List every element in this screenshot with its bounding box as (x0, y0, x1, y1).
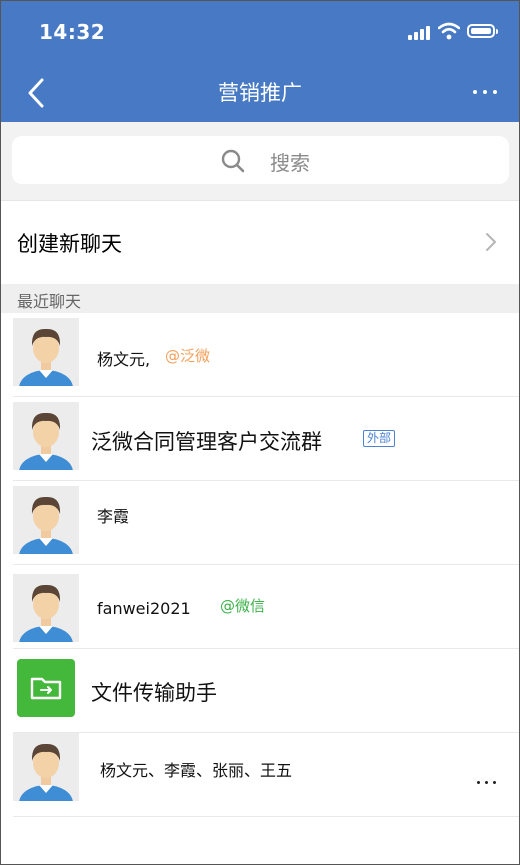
recent-chats-header: 最近聊天 (1, 284, 519, 313)
recent-chats-label: 最近聊天 (17, 292, 82, 311)
chat-name: 杨文元、李霞、张丽、王五 (100, 761, 293, 780)
create-new-chat-label: 创建新聊天 (17, 232, 122, 256)
chat-tag: @泛微 (165, 347, 211, 365)
cellular-signal-icon (408, 26, 432, 40)
avatar (13, 402, 79, 470)
battery-icon (467, 24, 498, 38)
more-options-icon[interactable] (471, 80, 499, 104)
page-title: 营销推广 (218, 81, 302, 105)
chat-item-3[interactable]: 李霞 (1, 481, 519, 565)
chat-name: 李霞 (97, 507, 130, 526)
chat-tag: @微信 (220, 597, 266, 615)
top-bar: 14:32 营销推广 (1, 0, 519, 122)
wifi-icon (438, 22, 460, 40)
more-icon[interactable] (475, 779, 499, 787)
search-icon (221, 149, 245, 173)
chat-name: 泛微合同管理客户交流群 (91, 430, 322, 454)
avatar (13, 486, 79, 554)
avatar (13, 733, 79, 801)
chevron-right-icon (486, 233, 496, 251)
file-transfer-icon (17, 659, 75, 717)
chat-name: 文件传输助手 (91, 681, 217, 705)
chat-item-5[interactable]: 文件传输助手 (1, 649, 519, 733)
search-input[interactable]: 搜索 (12, 136, 509, 184)
search-area: 搜索 (1, 122, 519, 200)
chat-item-2[interactable]: 泛微合同管理客户交流群 外部 (1, 397, 519, 481)
search-placeholder: 搜索 (270, 151, 310, 175)
avatar (13, 318, 79, 386)
chat-item-4[interactable]: fanwei2021 @微信 (1, 565, 519, 649)
chat-name: fanwei2021 (97, 599, 191, 618)
chat-item-6[interactable]: 杨文元、李霞、张丽、王五 (1, 733, 519, 817)
status-time: 14:32 (39, 20, 106, 44)
chat-item-1[interactable]: 杨文元, @泛微 (1, 313, 519, 397)
create-new-chat-row[interactable]: 创建新聊天 (1, 200, 519, 285)
external-badge: 外部 (363, 430, 396, 447)
chat-name: 杨文元, (97, 350, 151, 369)
avatar (13, 574, 79, 642)
